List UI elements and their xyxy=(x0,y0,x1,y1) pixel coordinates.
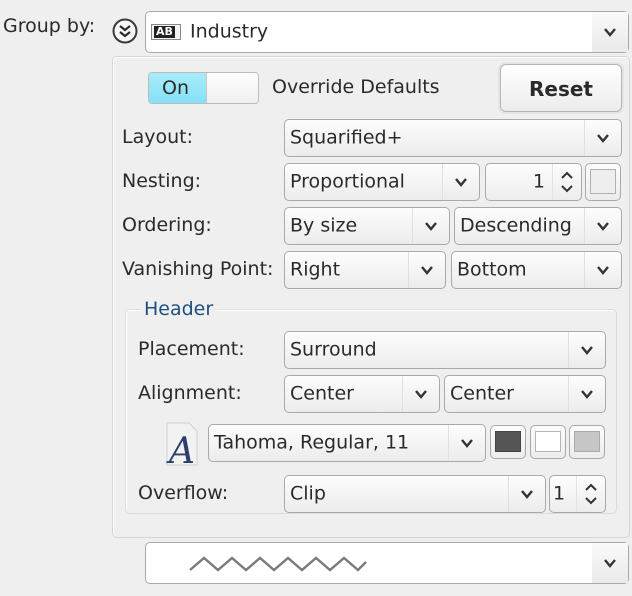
background-color-swatch[interactable] xyxy=(530,425,566,459)
overflow-lines-value: 1 xyxy=(553,482,566,505)
chevron-down-icon xyxy=(412,208,449,244)
placement-value: Surround xyxy=(290,338,377,361)
nesting-select[interactable]: Proportional xyxy=(284,163,480,201)
ordering-value: By size xyxy=(290,214,358,237)
alignment-vertical-select[interactable]: Center xyxy=(444,375,606,413)
overflow-lines-spinner[interactable]: 1 xyxy=(549,475,606,513)
swatch-fill xyxy=(535,431,561,452)
chevron-down-icon xyxy=(402,376,439,412)
alignment-horizontal-select[interactable]: Center xyxy=(284,375,440,413)
layout-value: Squarified+ xyxy=(290,126,403,149)
alignment-horizontal-value: Center xyxy=(290,382,354,405)
chevron-down-icon xyxy=(408,252,445,288)
group-by-label: Group by: xyxy=(3,15,96,37)
ordering-direction-value: Descending xyxy=(460,214,572,237)
overflow-select[interactable]: Clip xyxy=(284,475,546,513)
up-down-arrows-icon[interactable] xyxy=(552,164,581,200)
font-select[interactable]: Tahoma, Regular, 11 xyxy=(208,424,486,462)
chevron-down-icon xyxy=(448,425,485,461)
layout-select[interactable]: Squarified+ xyxy=(284,119,622,157)
toggle-on-label: On xyxy=(162,77,189,99)
swatch-fill xyxy=(495,431,521,452)
chevron-down-icon xyxy=(508,476,545,512)
chevron-down-icon xyxy=(584,208,621,244)
zigzag-line-icon xyxy=(189,556,367,572)
header-group-title: Header xyxy=(140,300,218,319)
reset-button[interactable]: Reset xyxy=(500,64,622,112)
chevron-down-icon xyxy=(568,376,605,412)
override-defaults-label: Override Defaults xyxy=(272,76,440,98)
overflow-label: Overflow: xyxy=(138,482,229,504)
overflow-value: Clip xyxy=(290,482,326,505)
font-value: Tahoma, Regular, 11 xyxy=(214,431,410,454)
ordering-direction-select[interactable]: Descending xyxy=(454,207,622,245)
vanishing-point-horizontal-value: Right xyxy=(290,258,341,281)
border-color-swatch[interactable] xyxy=(569,425,605,459)
toggle-knob xyxy=(206,73,258,103)
nesting-level-spinner[interactable]: 1 xyxy=(485,163,582,201)
alignment-label: Alignment: xyxy=(138,382,242,404)
chevron-down-icon xyxy=(442,164,479,200)
double-chevron-down-icon xyxy=(112,18,138,44)
placement-label: Placement: xyxy=(138,338,245,360)
field-type-ab-icon: AB xyxy=(151,24,181,40)
group-by-select[interactable]: AB Industry xyxy=(145,11,629,53)
chevron-down-icon xyxy=(592,12,628,52)
placement-select[interactable]: Surround xyxy=(284,331,606,369)
chevron-down-icon xyxy=(568,332,605,368)
text-color-swatch[interactable] xyxy=(490,425,526,459)
override-toggle[interactable]: On xyxy=(148,72,259,104)
font-picker-button[interactable]: A xyxy=(164,421,200,472)
vanishing-point-vertical-select[interactable]: Bottom xyxy=(451,251,622,289)
chevron-down-icon xyxy=(584,252,621,288)
swatch-fill xyxy=(590,169,616,194)
line-style-select[interactable] xyxy=(145,542,629,584)
group-by-value: Industry xyxy=(190,20,269,43)
vanishing-point-vertical-value: Bottom xyxy=(457,258,527,281)
nesting-label: Nesting: xyxy=(122,170,202,192)
reset-label: Reset xyxy=(529,77,593,101)
vanishing-point-horizontal-select[interactable]: Right xyxy=(284,251,446,289)
svg-text:A: A xyxy=(166,431,195,467)
nesting-value: Proportional xyxy=(290,170,405,193)
ordering-label: Ordering: xyxy=(122,214,212,236)
alignment-vertical-value: Center xyxy=(450,382,514,405)
layout-label: Layout: xyxy=(122,126,193,148)
up-down-arrows-icon[interactable] xyxy=(576,476,605,512)
expand-collapse-button[interactable] xyxy=(111,17,139,45)
ordering-select[interactable]: By size xyxy=(284,207,450,245)
nesting-level-value: 1 xyxy=(532,170,545,193)
chevron-down-icon xyxy=(592,543,628,583)
font-A-icon: A xyxy=(166,422,198,472)
nesting-color-swatch[interactable] xyxy=(585,163,621,201)
vanishing-point-label: Vanishing Point: xyxy=(122,258,274,280)
chevron-down-icon xyxy=(584,120,621,156)
swatch-fill xyxy=(574,431,600,452)
